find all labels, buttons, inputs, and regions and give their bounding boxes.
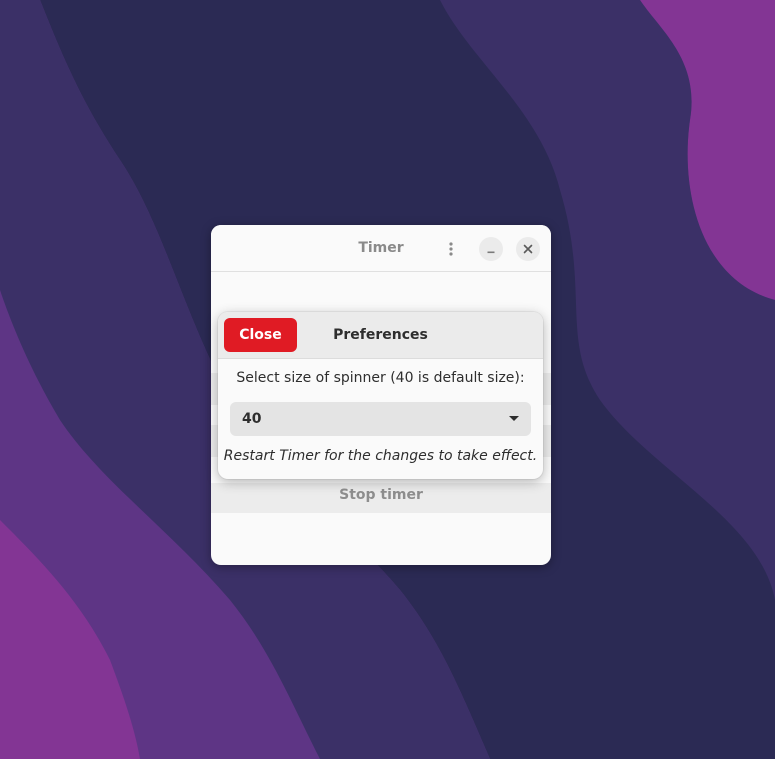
window-headerbar: Timer bbox=[211, 225, 551, 272]
main-menu-button[interactable] bbox=[439, 237, 463, 261]
spinner-size-dropdown[interactable]: 40 bbox=[230, 402, 531, 436]
minimize-button[interactable] bbox=[479, 237, 503, 261]
dropdown-selected-value: 40 bbox=[242, 411, 262, 427]
spinner-size-label: Select size of spinner (40 is default si… bbox=[236, 370, 525, 386]
close-button[interactable]: Close bbox=[224, 318, 297, 352]
chevron-down-icon bbox=[509, 416, 519, 421]
stop-timer-button[interactable]: Stop timer bbox=[211, 483, 551, 513]
minimize-icon bbox=[487, 251, 495, 254]
preferences-dialog: Preferences Close Select size of spinner… bbox=[218, 312, 543, 479]
dialog-headerbar: Preferences Close bbox=[218, 312, 543, 359]
window-close-button[interactable] bbox=[516, 237, 540, 261]
kebab-menu-icon bbox=[449, 242, 453, 256]
close-icon bbox=[523, 244, 533, 254]
restart-note: Restart Timer for the changes to take ef… bbox=[223, 448, 538, 464]
